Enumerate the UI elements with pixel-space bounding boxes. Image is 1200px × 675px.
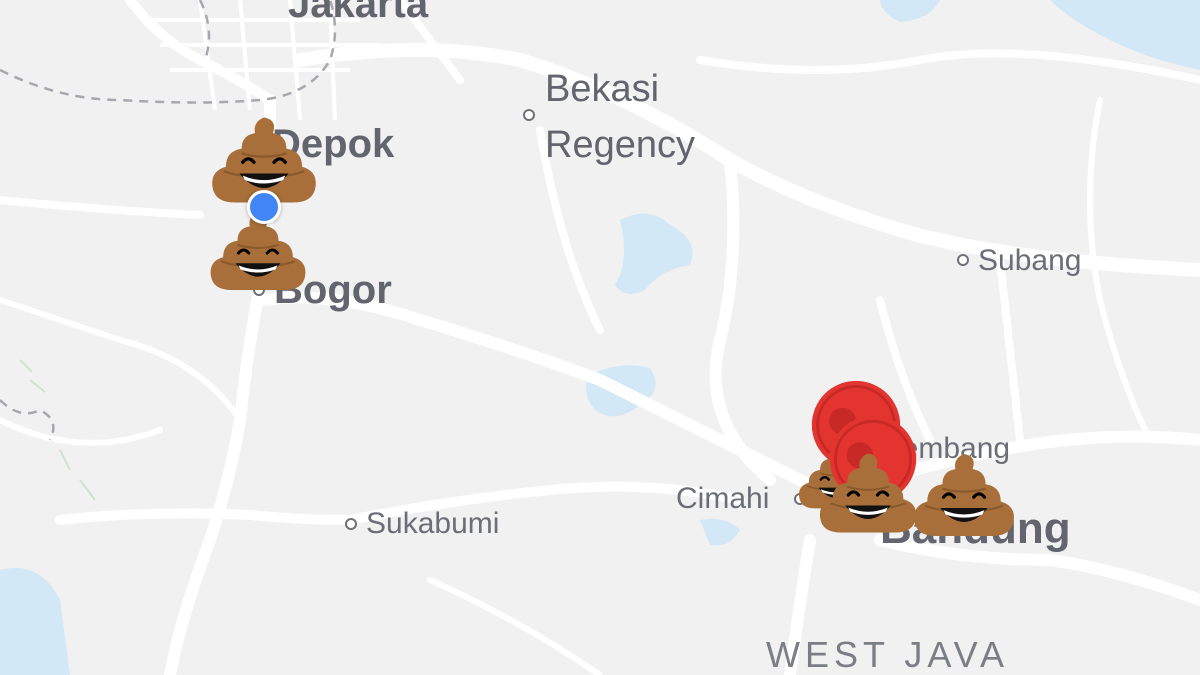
current-location-dot[interactable] (247, 190, 281, 224)
map-view[interactable]: Jakarta Depok Bekasi Regency Bogor Suban… (0, 0, 1200, 675)
city-marker-subang (957, 254, 969, 266)
poop-marker-bandung-east[interactable] (910, 450, 1018, 540)
city-marker-bekasi (523, 109, 535, 121)
city-label-subang: Subang (978, 244, 1082, 277)
city-marker-sukabumi (345, 518, 357, 530)
pond-water (700, 518, 740, 546)
reservoir-water (615, 213, 693, 294)
city-label-bekasi-line1: Bekasi (545, 68, 660, 110)
city-label-bekasi-line2: Regency (545, 124, 695, 166)
city-label-cimahi: Cimahi (676, 482, 770, 515)
city-label-sukabumi: Sukabumi (366, 507, 500, 540)
sea-water-area (0, 568, 70, 675)
region-label-west-java: WEST JAVA (766, 634, 1010, 675)
city-label-jakarta: Jakarta (288, 0, 429, 26)
poop-marker-bandung-center[interactable] (816, 448, 920, 538)
bay-water-area (880, 0, 940, 22)
